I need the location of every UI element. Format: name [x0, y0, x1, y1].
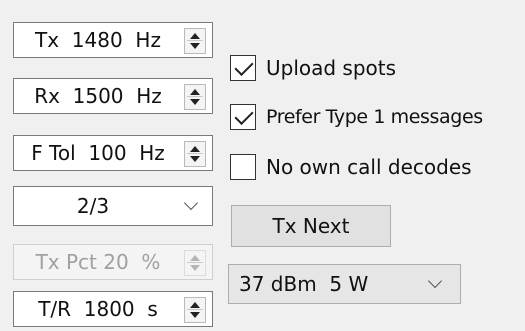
spin-up-icon[interactable]	[190, 89, 200, 95]
prefer-type1-checkbox-row[interactable]: Prefer Type 1 messages	[230, 102, 525, 132]
tx-frequency-spinbox[interactable]: Tx 1480 Hz	[13, 22, 213, 58]
frequency-tolerance-value: F Tol 100 Hz	[31, 141, 165, 165]
chevron-down-icon[interactable]	[183, 195, 199, 211]
spin-down-icon[interactable]	[190, 99, 200, 105]
tr-period-value: T/R 1800 s	[38, 297, 158, 321]
spin-up-icon	[190, 255, 200, 261]
spin-down-icon[interactable]	[190, 156, 200, 162]
rx-frequency-spinbox[interactable]: Rx 1500 Hz	[13, 78, 213, 114]
upload-spots-checkbox[interactable]	[230, 55, 256, 81]
tx-next-button[interactable]: Tx Next	[231, 205, 391, 247]
checkmark-icon	[234, 56, 254, 77]
frequency-tolerance-spinbox[interactable]: F Tol 100 Hz	[13, 135, 213, 171]
tx-next-label: Tx Next	[272, 214, 350, 238]
period-select-value: 2/3	[76, 194, 110, 218]
tr-period-spinbox[interactable]: T/R 1800 s	[13, 291, 213, 327]
period-select[interactable]: 2/3	[13, 186, 213, 226]
spin-down-icon	[190, 265, 200, 271]
frequency-tolerance-spin-buttons[interactable]	[184, 141, 206, 167]
spin-down-icon[interactable]	[190, 312, 200, 318]
rx-frequency-spin-buttons[interactable]	[184, 84, 206, 110]
spin-separator	[187, 96, 203, 97]
spin-up-icon[interactable]	[190, 33, 200, 39]
spin-down-icon[interactable]	[190, 43, 200, 49]
rx-frequency-value: Rx 1500 Hz	[34, 84, 162, 108]
no-own-call-checkbox-row[interactable]: No own call decodes	[230, 152, 520, 182]
upload-spots-label[interactable]: Upload spots	[266, 53, 396, 83]
no-own-call-checkbox[interactable]	[230, 154, 256, 180]
chevron-down-icon[interactable]	[427, 273, 443, 289]
spin-separator	[187, 40, 203, 41]
spin-separator	[187, 309, 203, 310]
no-own-call-label[interactable]: No own call decodes	[266, 152, 472, 182]
tr-period-spin-buttons[interactable]	[184, 297, 206, 323]
upload-spots-checkbox-row[interactable]: Upload spots	[230, 53, 520, 83]
checkmark-icon	[234, 105, 254, 126]
spin-up-icon[interactable]	[190, 302, 200, 308]
tx-frequency-value: Tx 1480 Hz	[35, 28, 161, 52]
spin-separator	[187, 262, 203, 263]
tx-percent-spin-buttons	[184, 250, 206, 276]
prefer-type1-label[interactable]: Prefer Type 1 messages	[266, 102, 483, 132]
power-select[interactable]: 37 dBm 5 W	[228, 264, 461, 304]
prefer-type1-checkbox[interactable]	[230, 104, 256, 130]
power-select-value: 37 dBm 5 W	[239, 272, 369, 296]
spin-separator	[187, 153, 203, 154]
tx-frequency-spin-buttons[interactable]	[184, 28, 206, 54]
spin-up-icon[interactable]	[190, 146, 200, 152]
tx-percent-value: Tx Pct 20 %	[35, 250, 161, 274]
tx-percent-spinbox: Tx Pct 20 %	[13, 244, 213, 280]
